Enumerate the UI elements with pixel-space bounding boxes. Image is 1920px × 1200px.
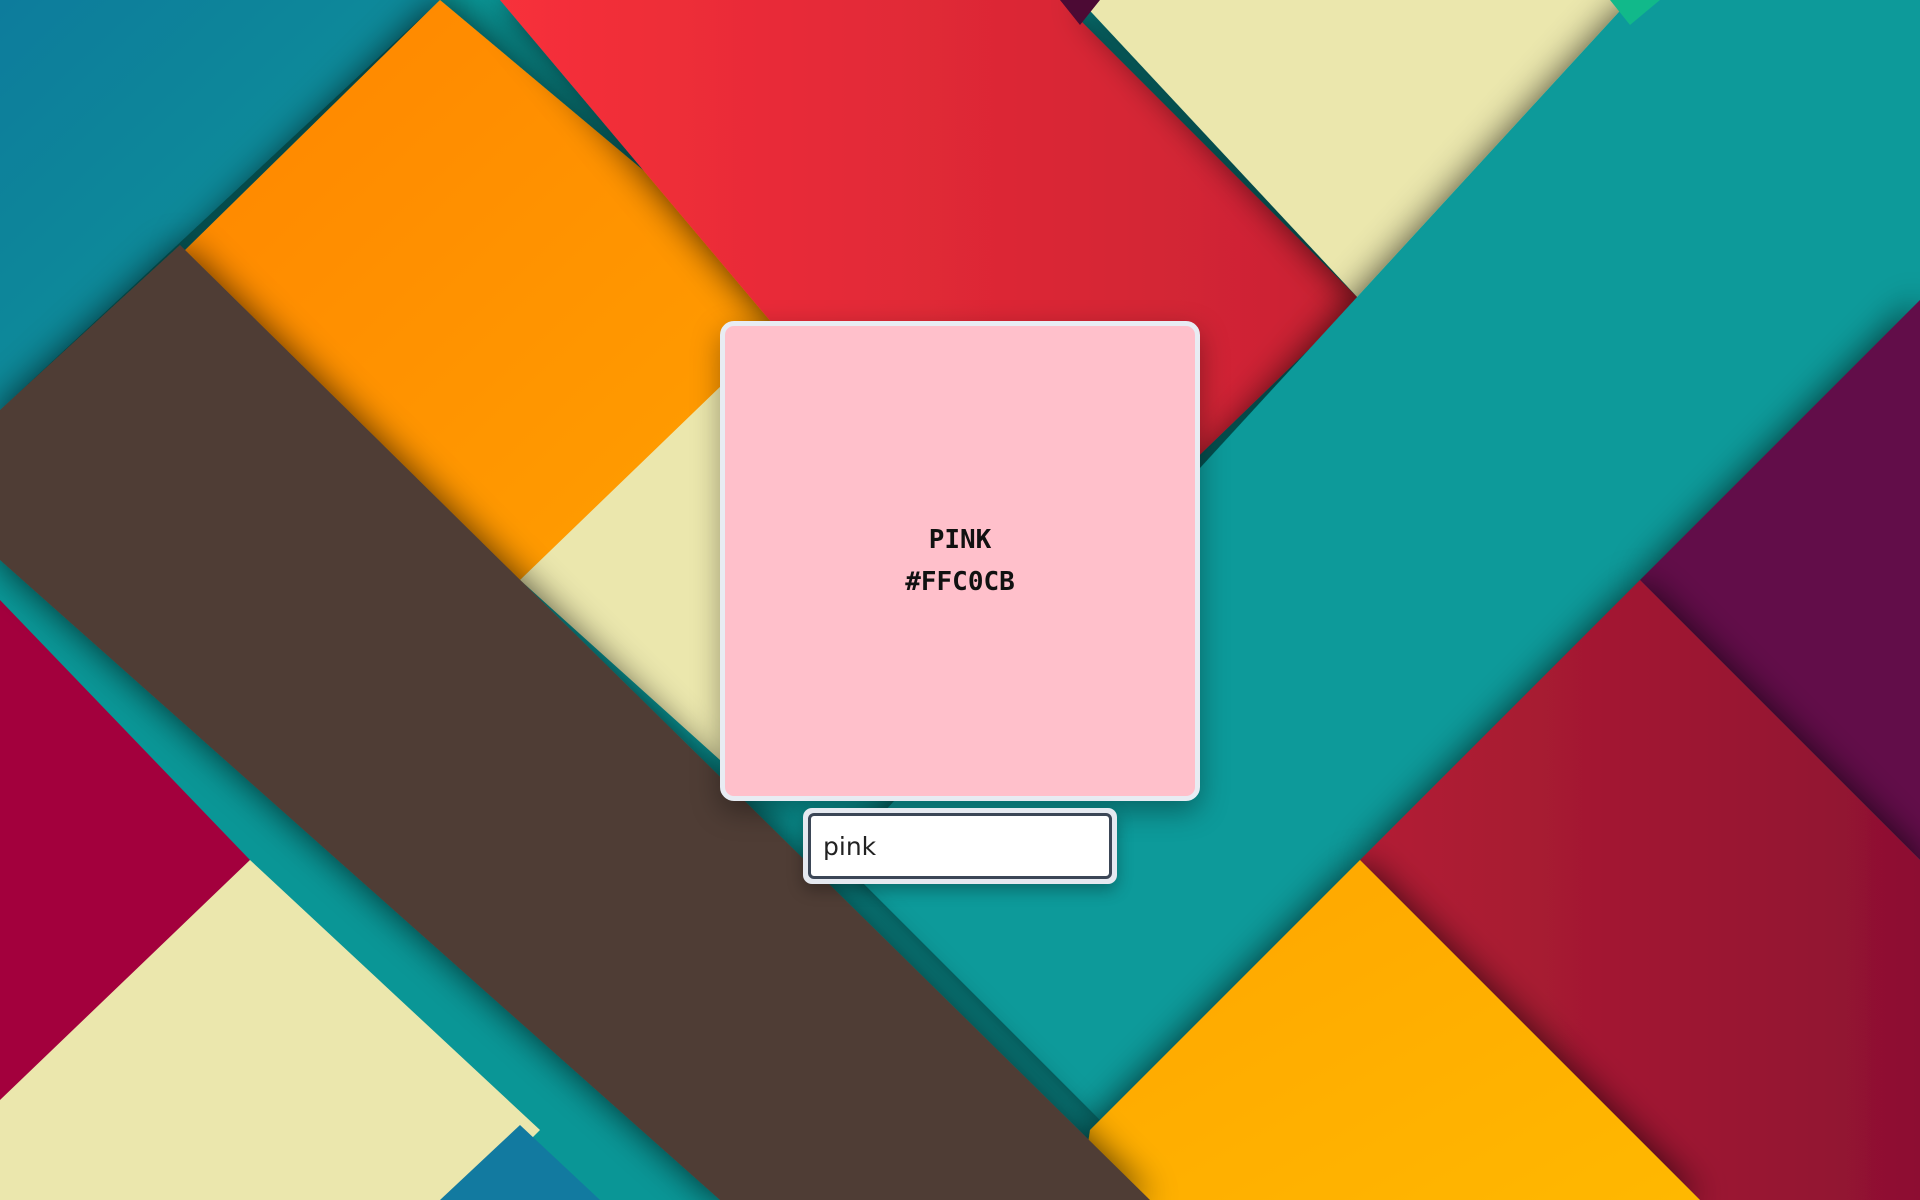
color-name-input[interactable] [808,813,1112,879]
color-input-container [803,808,1117,884]
color-hex-label: #FFC0CB [905,567,1015,597]
color-name-label: PINK [928,525,992,555]
color-swatch-card: PINK #FFC0CB [720,321,1200,801]
